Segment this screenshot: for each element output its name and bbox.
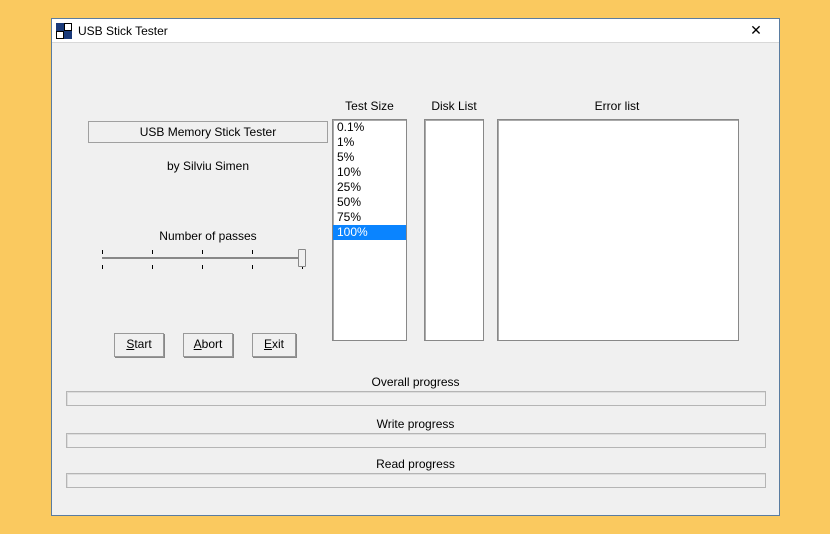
banner-text: USB Memory Stick Tester: [140, 125, 276, 139]
passes-label: Number of passes: [88, 229, 328, 243]
start-label-rest: tart: [134, 337, 151, 351]
test-size-item[interactable]: 0.1%: [333, 120, 406, 135]
test-size-item[interactable]: 75%: [333, 210, 406, 225]
test-size-item[interactable]: 25%: [333, 180, 406, 195]
test-size-item[interactable]: 50%: [333, 195, 406, 210]
read-progress-bar: [66, 473, 766, 488]
banner: USB Memory Stick Tester: [88, 121, 328, 143]
app-window: USB Stick Tester ✕ USB Memory Stick Test…: [51, 18, 780, 516]
byline: by Silviu Simen: [88, 159, 328, 173]
write-progress-bar: [66, 433, 766, 448]
passes-slider[interactable]: [102, 243, 314, 279]
overall-progress-label: Overall progress: [52, 375, 779, 389]
test-size-item[interactable]: 10%: [333, 165, 406, 180]
test-size-listbox[interactable]: 0.1%1%5%10%25%50%75%100%: [332, 119, 407, 341]
disk-list-listbox[interactable]: [424, 119, 484, 341]
client-area: USB Memory Stick Tester by Silviu Simen …: [52, 43, 779, 515]
read-progress-label: Read progress: [52, 457, 779, 471]
write-progress-label: Write progress: [52, 417, 779, 431]
window-title: USB Stick Tester: [78, 24, 739, 38]
test-size-item[interactable]: 1%: [333, 135, 406, 150]
overall-progress-bar: [66, 391, 766, 406]
abort-button[interactable]: Abort: [183, 333, 233, 357]
abort-label-rest: bort: [202, 337, 223, 351]
test-size-label: Test Size: [332, 99, 407, 113]
titlebar: USB Stick Tester ✕: [52, 19, 779, 43]
slider-thumb[interactable]: [298, 249, 306, 267]
app-icon: [56, 23, 72, 39]
error-list-label: Error list: [497, 99, 737, 113]
slider-track: [102, 257, 302, 259]
exit-button[interactable]: Exit: [252, 333, 296, 357]
test-size-item[interactable]: 100%: [333, 225, 406, 240]
disk-list-label: Disk List: [424, 99, 484, 113]
error-list-listbox[interactable]: [497, 119, 739, 341]
exit-label-rest: xit: [272, 337, 284, 351]
close-icon[interactable]: ✕: [739, 21, 773, 41]
start-button[interactable]: Start: [114, 333, 164, 357]
test-size-item[interactable]: 5%: [333, 150, 406, 165]
